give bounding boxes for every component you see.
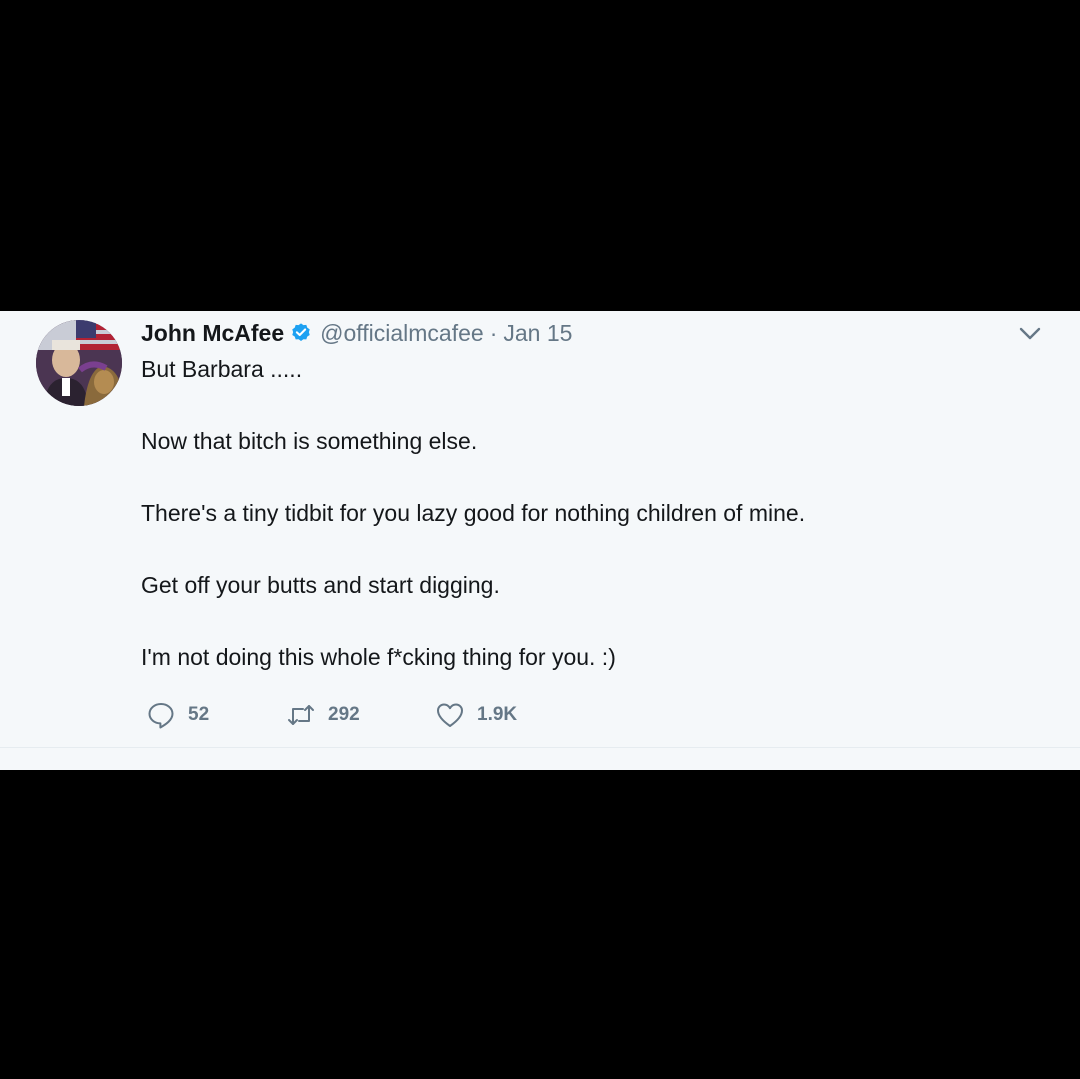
heart-icon bbox=[437, 703, 463, 727]
retweet-count: 292 bbox=[328, 704, 360, 725]
author-name[interactable]: John McAfee bbox=[141, 320, 284, 347]
tweet-divider bbox=[0, 747, 1080, 748]
retweet-button[interactable]: 292 bbox=[286, 700, 360, 730]
tweet-header: John McAfee @officialmcafee · Jan 15 bbox=[141, 316, 572, 350]
tweet-date[interactable]: Jan 15 bbox=[503, 320, 572, 347]
tweet-paragraph: Now that bitch is something else. bbox=[141, 428, 478, 454]
reply-icon bbox=[148, 703, 174, 729]
tweet-paragraph: Get off your butts and start digging. bbox=[141, 572, 500, 598]
author-handle[interactable]: @officialmcafee bbox=[320, 320, 484, 347]
tweet-paragraph: There's a tiny tidbit for you lazy good … bbox=[141, 500, 806, 526]
reply-button[interactable]: 52 bbox=[146, 700, 209, 730]
like-count: 1.9K bbox=[477, 704, 518, 725]
tweet-paragraph: But Barbara ..... bbox=[141, 356, 303, 382]
tweet-paragraph: I'm not doing this whole f*cking thing f… bbox=[141, 644, 616, 670]
header-separator: · bbox=[489, 319, 498, 346]
avatar[interactable] bbox=[36, 320, 122, 406]
retweet-icon bbox=[288, 705, 314, 725]
like-button[interactable]: 1.9K bbox=[435, 700, 517, 730]
reply-count: 52 bbox=[188, 704, 210, 725]
chevron-down-icon[interactable] bbox=[1018, 324, 1042, 344]
verified-badge-icon bbox=[292, 323, 310, 341]
